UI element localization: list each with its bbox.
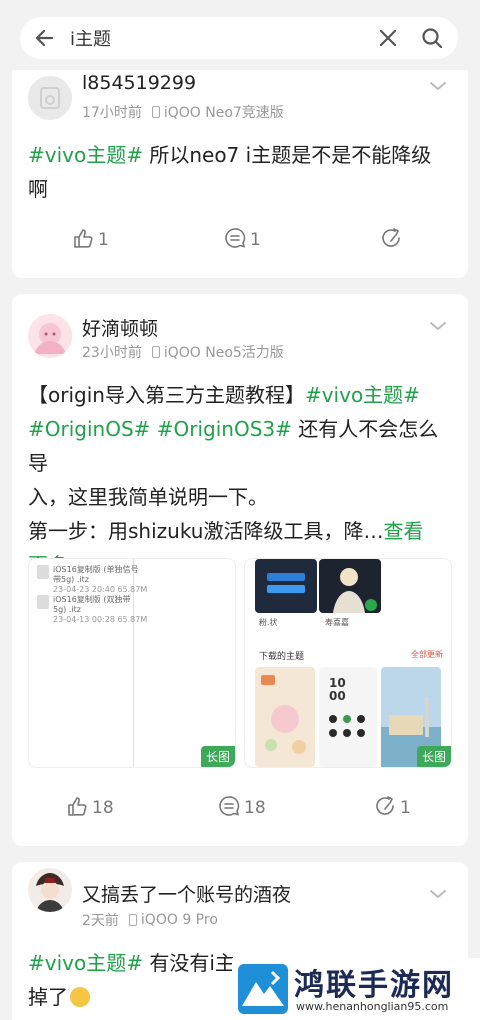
thumbs-up-icon bbox=[72, 227, 94, 254]
post-text-line: 第一步：用shizuku激活降级工具，降… bbox=[28, 519, 384, 543]
watermark-logo bbox=[236, 962, 290, 1016]
username[interactable]: 好滴顿顿 bbox=[82, 314, 158, 341]
search-input[interactable]: i主题 bbox=[70, 25, 370, 51]
post-text: 【origin导入第三方主题教程】#vivo主题# #OriginOS# #Or… bbox=[28, 378, 450, 582]
post-image[interactable]: iOS16复制版 (单独信号 带5g) .itz 23-04-23 20:40 … bbox=[28, 558, 236, 768]
post-meta: 17小时前 iQOO Neo7竞速版 bbox=[82, 102, 284, 122]
like-count: 18 bbox=[92, 798, 114, 818]
share-button[interactable]: 1 bbox=[374, 795, 411, 822]
arrow-left-icon[interactable] bbox=[20, 17, 70, 59]
comment-count: 18 bbox=[244, 798, 266, 818]
post-card[interactable]: 好滴顿顿 23小时前 iQOO Neo5活力版 【origin导入第三方主题教程… bbox=[12, 294, 468, 846]
username[interactable]: 又搞丢了一个账号的酒夜 bbox=[82, 880, 291, 907]
image-gallery: iOS16复制版 (单独信号 带5g) .itz 23-04-23 20:40 … bbox=[28, 558, 452, 768]
device-name: iQOO Neo5活力版 bbox=[163, 345, 284, 361]
file-item: iOS16复制版 (单独信号 带5g) .itz 23-04-23 20:40 … bbox=[37, 565, 147, 595]
comment-icon bbox=[218, 795, 240, 822]
share-icon bbox=[374, 795, 396, 822]
post-text-line: 掉了 bbox=[28, 985, 68, 1009]
post-meta: 23小时前 iQOO Neo5活力版 bbox=[82, 342, 284, 362]
watermark-url: www.henanhonglian95.com bbox=[296, 1000, 449, 1013]
post-time: 17小时前 bbox=[82, 105, 142, 121]
topic-tag[interactable]: #OriginOS# bbox=[28, 417, 150, 441]
search-bar: i主题 bbox=[20, 17, 458, 59]
file-date: 23-04-23 20:40 65.87M bbox=[53, 585, 148, 594]
chevron-down-icon[interactable] bbox=[426, 314, 450, 338]
share-count: 1 bbox=[400, 798, 411, 818]
theme-caption: 粉.状 bbox=[259, 618, 278, 627]
search-icon[interactable] bbox=[406, 17, 458, 59]
like-count: 1 bbox=[98, 230, 109, 250]
post-image[interactable]: 粉.状 寿喜嘉 下载的主题 全部更新 10 00 长图 bbox=[244, 558, 452, 768]
file-item: iOS16复制版 (双独带 5g) .itz 23-04-13 00:28 65… bbox=[37, 595, 147, 625]
file-date: 23-04-13 00:28 65.87M bbox=[53, 615, 148, 624]
avatar[interactable] bbox=[28, 76, 72, 120]
theme-preview: 10 00 bbox=[319, 667, 377, 767]
post-text-line: 啊 bbox=[28, 177, 48, 201]
chevron-down-icon[interactable] bbox=[426, 882, 450, 906]
device-name: iQOO Neo7竞速版 bbox=[163, 105, 284, 121]
phone-icon bbox=[151, 106, 160, 118]
share-icon bbox=[380, 227, 402, 254]
comment-count: 1 bbox=[250, 230, 261, 250]
see-more-link[interactable]: 查看 bbox=[383, 519, 423, 543]
phone-icon bbox=[151, 346, 160, 358]
topic-tag[interactable]: #OriginOS3# bbox=[157, 417, 292, 441]
device-name: iQOO 9 Pro bbox=[140, 912, 218, 928]
theme-preview bbox=[319, 559, 381, 613]
theme-preview bbox=[255, 559, 317, 613]
post-text-line: 有没有i主 bbox=[142, 951, 235, 975]
close-icon[interactable] bbox=[370, 17, 406, 59]
watermark: 鸿联手游网 www.henanhonglian95.com bbox=[232, 958, 480, 1020]
post-time: 2天前 bbox=[82, 913, 119, 929]
post-time: 23小时前 bbox=[82, 345, 142, 361]
post-actions: 1 1 bbox=[12, 226, 468, 254]
file-icon bbox=[37, 565, 49, 579]
file-name: 5g) .itz bbox=[53, 605, 81, 614]
topic-tag[interactable]: #vivo主题# bbox=[305, 383, 420, 407]
username[interactable]: l854519299 bbox=[82, 72, 196, 94]
post-meta: 2天前 iQOO 9 Pro bbox=[82, 910, 218, 930]
comment-icon bbox=[224, 227, 246, 254]
like-button[interactable]: 18 bbox=[66, 795, 114, 822]
post-card[interactable]: l854519299 17小时前 iQOO Neo7竞速版 #vivo主题# 所… bbox=[12, 70, 468, 278]
share-button[interactable] bbox=[380, 227, 402, 254]
comment-button[interactable]: 1 bbox=[224, 227, 261, 254]
post-text-line: 所以neo7 i主题是不是不能降级 bbox=[142, 143, 432, 167]
like-button[interactable]: 1 bbox=[72, 227, 109, 254]
chevron-down-icon[interactable] bbox=[426, 74, 450, 98]
thumbs-up-icon bbox=[66, 795, 88, 822]
theme-preview bbox=[255, 667, 315, 767]
check-icon bbox=[365, 599, 377, 611]
long-image-badge: 长图 bbox=[416, 746, 451, 767]
avatar[interactable] bbox=[28, 314, 72, 358]
comment-button[interactable]: 18 bbox=[218, 795, 266, 822]
post-actions: 18 18 1 bbox=[12, 794, 468, 822]
post-text: #vivo主题# 所以neo7 i主题是不是不能降级 啊 bbox=[28, 138, 450, 206]
watermark-title: 鸿联手游网 bbox=[294, 968, 454, 1003]
post-text-line: 入，这里我简单说明一下。 bbox=[28, 485, 268, 509]
file-name: iOS16复制版 (双独带 bbox=[53, 595, 131, 604]
file-name: 带5g) .itz bbox=[53, 575, 89, 584]
section-title: 下载的主题 bbox=[259, 652, 305, 662]
file-name: iOS16复制版 (单独信号 bbox=[53, 565, 139, 574]
topic-tag[interactable]: #vivo主题# bbox=[28, 143, 143, 167]
avatar[interactable] bbox=[28, 868, 72, 912]
phone-icon bbox=[128, 914, 137, 926]
topic-tag[interactable]: #vivo主题# bbox=[28, 951, 143, 975]
file-icon bbox=[37, 595, 49, 609]
theme-caption: 寿喜嘉 bbox=[325, 618, 349, 627]
update-all-button[interactable]: 全部更新 bbox=[411, 649, 443, 660]
long-image-badge: 长图 bbox=[200, 746, 235, 767]
post-text-line: 【origin导入第三方主题教程】 bbox=[28, 383, 305, 407]
grin-emoji-icon bbox=[70, 987, 90, 1007]
